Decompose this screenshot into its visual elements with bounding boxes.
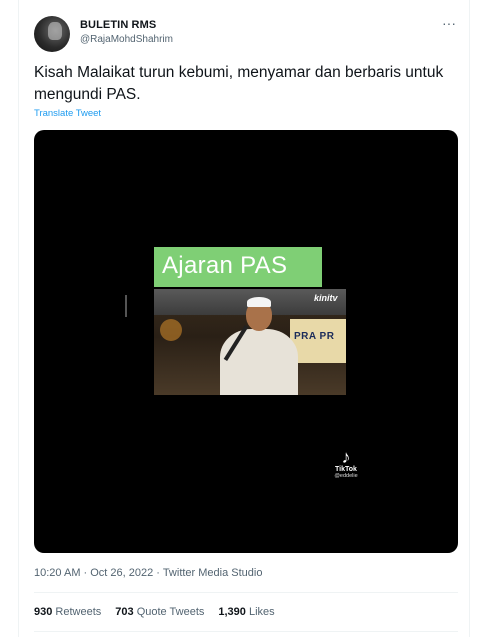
- tiktok-icon: ♪: [341, 447, 351, 467]
- translate-tweet-link[interactable]: Translate Tweet: [34, 108, 101, 119]
- video-overlay-title-text: Ajaran PAS: [162, 252, 288, 279]
- scene-light: [160, 319, 182, 341]
- card-border-right: [469, 0, 470, 637]
- video-scene: PRA PR kinitv: [154, 289, 346, 395]
- tiktok-user: @eddelie: [334, 473, 358, 479]
- author-handle[interactable]: @RajaMohdShahrim: [80, 34, 173, 45]
- retweets-label: Retweets: [55, 606, 102, 618]
- tweet-stats: 930 Retweets 703 Quote Tweets 1,390 Like…: [34, 606, 275, 618]
- more-horizontal-icon[interactable]: ···: [440, 16, 458, 32]
- retweets-count: 930: [34, 606, 53, 618]
- retweets-stat[interactable]: 930 Retweets: [34, 606, 101, 618]
- author-name[interactable]: BULETIN RMS: [80, 19, 156, 31]
- likes-count: 1,390: [218, 606, 246, 618]
- speaker-cap: [247, 297, 271, 307]
- tweet-text: Kisah Malaikat turun kebumi, menyamar da…: [34, 64, 444, 103]
- speaker-body: [220, 329, 298, 395]
- channel-logo: kinitv: [314, 293, 338, 303]
- quote-tweets-label: Quote Tweets: [136, 606, 205, 618]
- tiktok-watermark: ♪ TikTok @eddelie: [330, 448, 362, 479]
- divider-top: [34, 592, 458, 593]
- scene-banner-text: PRA PR: [294, 331, 335, 342]
- quote-tweets-stat[interactable]: 703 Quote Tweets: [115, 606, 204, 618]
- video-overlay-title: Ajaran PAS: [154, 247, 322, 287]
- tweet-timestamp[interactable]: 10:20 AM · Oct 26, 2022 · Twitter Media …: [34, 567, 262, 579]
- divider-bottom: [34, 631, 458, 632]
- video-frame: Ajaran PAS PRA PR kinitv: [154, 247, 346, 395]
- likes-label: Likes: [248, 606, 275, 618]
- tweet-header: BULETIN RMS @RajaMohdShahrim ···: [34, 14, 460, 54]
- tiktok-label: TikTok: [335, 466, 357, 473]
- video-player[interactable]: Ajaran PAS PRA PR kinitv ♪ TikTok @eddel…: [34, 130, 458, 553]
- video-edge-mark: [125, 295, 127, 317]
- avatar[interactable]: [34, 16, 70, 52]
- card-border-left: [18, 0, 19, 637]
- quote-tweets-count: 703: [115, 606, 134, 618]
- likes-stat[interactable]: 1,390 Likes: [218, 606, 274, 618]
